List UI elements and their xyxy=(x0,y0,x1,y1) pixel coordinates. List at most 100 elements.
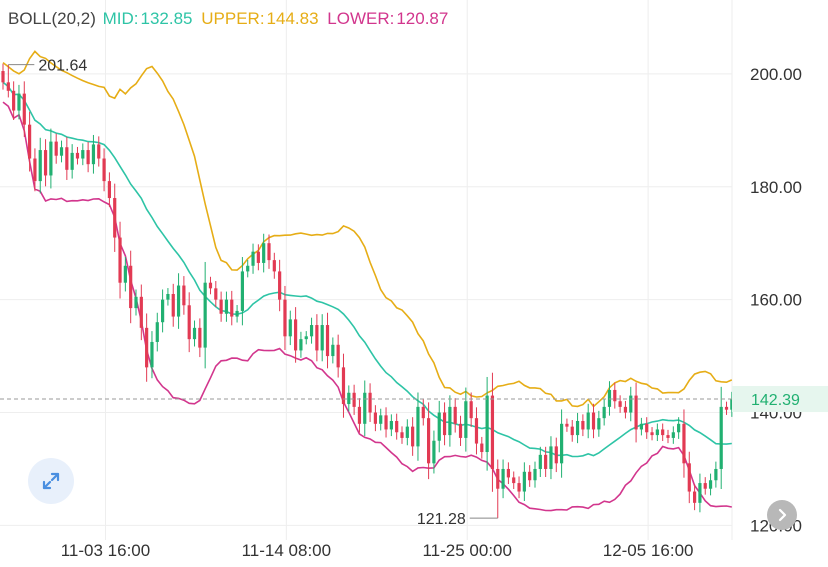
candle-body xyxy=(448,406,452,436)
candle xyxy=(416,392,420,461)
chart-canvas[interactable]: 120.00140.00160.00180.00200.0011-03 16:0… xyxy=(0,0,828,562)
y-tick-label: 160.00 xyxy=(750,291,802,310)
candle xyxy=(506,462,510,485)
candle xyxy=(139,284,143,341)
candle xyxy=(145,313,149,382)
candle xyxy=(17,84,21,120)
candle xyxy=(113,183,117,252)
candle xyxy=(395,413,399,440)
candle-body xyxy=(309,325,314,337)
candle xyxy=(570,419,574,442)
candle-body xyxy=(336,344,340,368)
x-tick-label: 11-14 08:00 xyxy=(242,541,331,560)
candle xyxy=(315,314,319,362)
candle-body xyxy=(1,71,5,83)
candle-body xyxy=(506,468,510,478)
boll-mid-line xyxy=(2,81,732,458)
candle xyxy=(528,465,532,487)
candle xyxy=(581,414,585,437)
candle-body xyxy=(629,395,633,413)
candle xyxy=(272,252,276,279)
candle xyxy=(208,276,213,295)
chevron-right-icon xyxy=(778,508,787,522)
candle-body xyxy=(623,406,628,413)
candle xyxy=(682,409,686,478)
boll-legend: BOLL(20,2) MID: 132.85 UPPER: 144.83 LOWER… xyxy=(8,9,452,29)
candle xyxy=(565,418,569,432)
candle xyxy=(405,419,409,446)
candle-body xyxy=(320,325,324,351)
candle xyxy=(400,426,404,444)
candle xyxy=(6,64,10,98)
expand-diagonal-icon xyxy=(42,472,60,490)
x-tick-label: 11-03 16:00 xyxy=(61,541,150,560)
candle xyxy=(86,142,90,173)
candle-body xyxy=(565,423,569,427)
candle-body xyxy=(134,296,138,309)
candle-body xyxy=(150,341,154,368)
candle xyxy=(708,473,713,496)
candle xyxy=(655,423,659,442)
candle xyxy=(187,292,191,353)
y-tick-label: 200.00 xyxy=(750,65,802,84)
candle-body xyxy=(267,243,271,261)
candle-body xyxy=(708,480,713,489)
candle xyxy=(304,331,308,345)
expand-button[interactable] xyxy=(28,458,74,504)
candle xyxy=(70,144,74,179)
candle xyxy=(219,291,223,322)
candle xyxy=(320,314,324,362)
candle xyxy=(687,451,691,504)
candle-body xyxy=(22,93,26,125)
legend-boll-label: BOLL(20,2) xyxy=(8,9,96,28)
candle-body xyxy=(203,282,207,348)
legend-lower: LOWER: 120.87 xyxy=(327,9,450,28)
candle xyxy=(230,290,234,326)
scroll-right-button[interactable] xyxy=(767,500,797,530)
candle xyxy=(575,412,580,444)
chart[interactable]: 120.00140.00160.00180.00200.0011-03 16:0… xyxy=(0,0,828,562)
candle xyxy=(719,386,723,489)
candle-body xyxy=(714,468,718,481)
candle xyxy=(448,395,452,447)
candle-body xyxy=(517,483,521,492)
candle-body xyxy=(304,336,308,340)
candle-body xyxy=(214,288,218,300)
candle-body xyxy=(240,271,244,311)
candle xyxy=(267,234,271,269)
candle xyxy=(496,459,500,519)
candle-body xyxy=(288,319,292,337)
candle-body xyxy=(294,319,298,351)
candle xyxy=(639,417,643,436)
candle xyxy=(43,139,48,187)
candle-body xyxy=(671,432,675,438)
candle xyxy=(49,128,53,189)
candle-body xyxy=(368,392,372,413)
candle-body xyxy=(405,426,409,438)
candle xyxy=(1,63,5,90)
x-tick-label: 12-05 16:00 xyxy=(603,541,694,560)
candle-body xyxy=(272,260,276,272)
candle-body xyxy=(256,251,260,263)
candle-body xyxy=(570,426,574,436)
candle xyxy=(198,318,202,358)
candle-body xyxy=(411,426,415,447)
candle-body xyxy=(219,299,223,314)
candle xyxy=(671,426,675,444)
candle-body xyxy=(581,420,585,430)
candle xyxy=(538,446,542,478)
candle xyxy=(235,304,239,323)
candle-body xyxy=(485,395,489,453)
candle xyxy=(442,402,447,446)
candle-body xyxy=(81,150,85,159)
candle-body xyxy=(155,322,159,342)
candle-body xyxy=(591,412,596,430)
candle xyxy=(602,399,606,426)
legend-upper-value: 144.83 xyxy=(266,9,319,28)
candle-body xyxy=(363,392,367,424)
candle-body xyxy=(123,265,127,283)
candle-body xyxy=(75,152,80,159)
candle-body xyxy=(192,327,197,340)
candle-body xyxy=(235,310,239,317)
candle-body xyxy=(575,420,580,436)
